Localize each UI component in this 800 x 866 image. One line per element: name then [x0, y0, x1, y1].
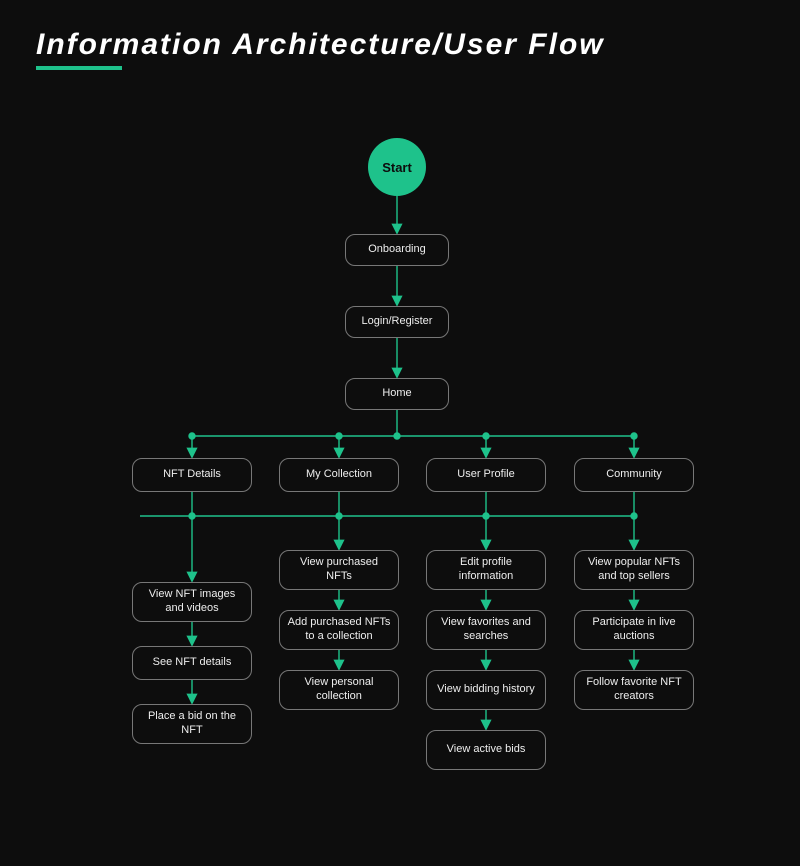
- node-nft-see-details: See NFT details: [132, 646, 252, 680]
- node-col-view-personal: View personal collection: [279, 670, 399, 710]
- node-prof-history: View bidding history: [426, 670, 546, 710]
- node-com-popular: View popular NFTs and top sellers: [574, 550, 694, 590]
- node-my-collection: My Collection: [279, 458, 399, 492]
- node-home: Home: [345, 378, 449, 410]
- node-prof-edit: Edit profile information: [426, 550, 546, 590]
- node-start: Start: [368, 138, 426, 196]
- node-prof-favorites: View favorites and searches: [426, 610, 546, 650]
- node-nft-details: NFT Details: [132, 458, 252, 492]
- page-title: Information Architecture/User Flow: [0, 0, 800, 62]
- title-underline: [36, 66, 122, 70]
- node-com-auctions: Participate in live auctions: [574, 610, 694, 650]
- node-nft-images: View NFT images and videos: [132, 582, 252, 622]
- flow-connectors: [0, 0, 800, 866]
- node-prof-active-bids: View active bids: [426, 730, 546, 770]
- node-community: Community: [574, 458, 694, 492]
- node-login: Login/Register: [345, 306, 449, 338]
- node-user-profile: User Profile: [426, 458, 546, 492]
- node-col-view-purchased: View purchased NFTs: [279, 550, 399, 590]
- node-com-follow: Follow favorite NFT creators: [574, 670, 694, 710]
- node-col-add: Add purchased NFTs to a collection: [279, 610, 399, 650]
- node-onboarding: Onboarding: [345, 234, 449, 266]
- node-nft-bid: Place a bid on the NFT: [132, 704, 252, 744]
